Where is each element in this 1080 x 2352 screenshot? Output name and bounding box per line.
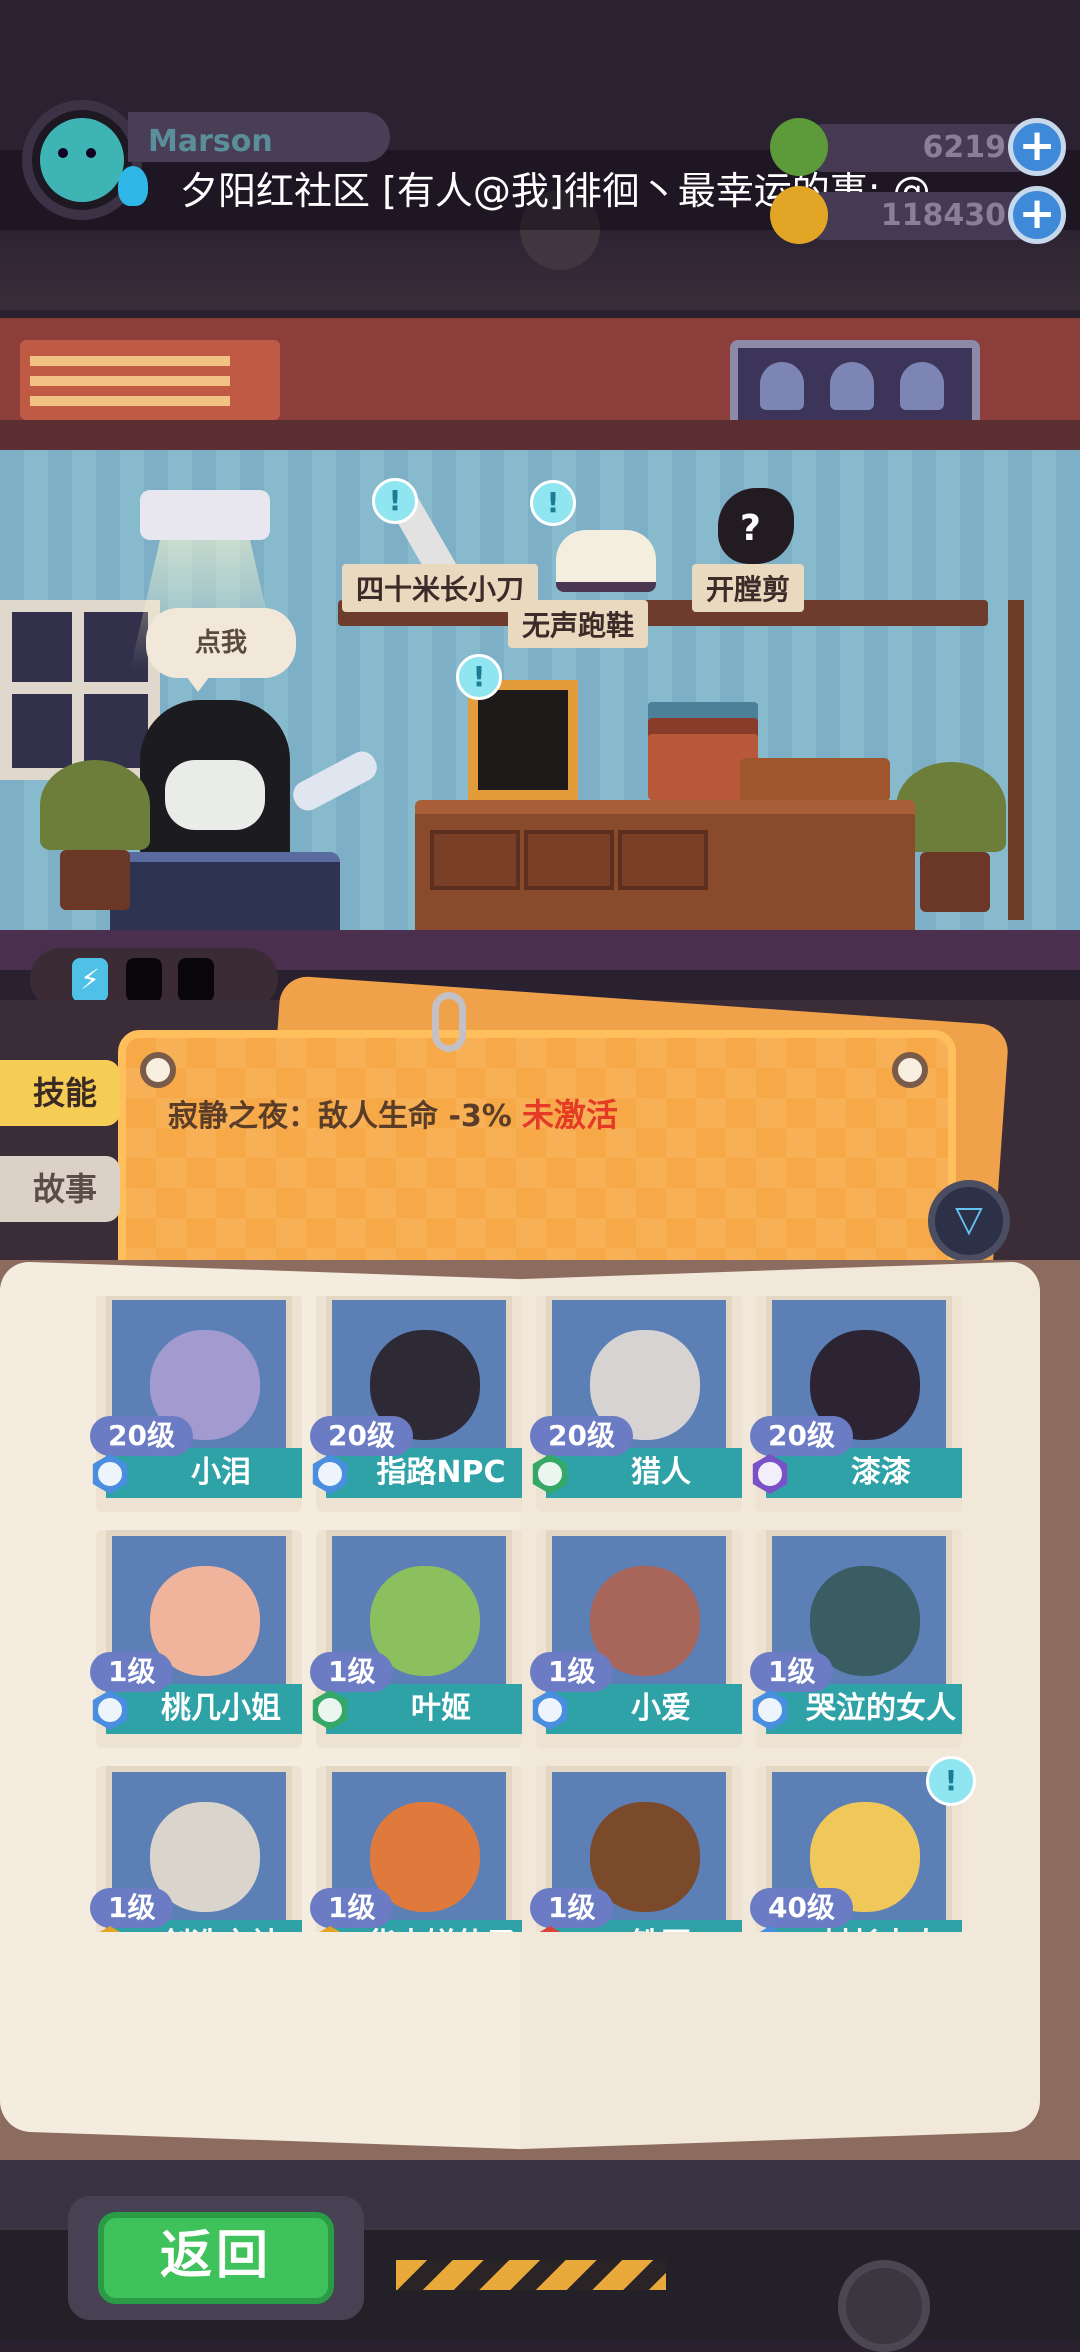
filter-button[interactable]: ▽ bbox=[928, 1180, 1010, 1262]
character-level: 20级 bbox=[90, 1416, 193, 1456]
character-level: 1级 bbox=[530, 1652, 614, 1692]
item-label-scissors[interactable]: 开膛剪 bbox=[692, 564, 805, 612]
ghost-display bbox=[730, 340, 980, 430]
ghost-icon bbox=[760, 362, 804, 410]
tab-skills[interactable]: 技能 bbox=[0, 1060, 120, 1126]
rivet bbox=[140, 1052, 176, 1088]
character-face bbox=[165, 760, 265, 830]
character-card[interactable]: 创造之神1级 bbox=[90, 1766, 302, 1932]
character-name: 漆漆 bbox=[851, 1455, 911, 1490]
character-name: 叶姬 bbox=[411, 1691, 471, 1726]
alert-icon[interactable]: ! bbox=[456, 654, 502, 700]
energy-cell-empty bbox=[126, 958, 162, 1002]
item-label-shoes[interactable]: 无声跑鞋 bbox=[508, 600, 649, 648]
vent-panel bbox=[20, 340, 280, 420]
character-name: 小爱 bbox=[631, 1691, 691, 1726]
character-level: 20级 bbox=[750, 1416, 853, 1456]
character-name: 小泪 bbox=[191, 1455, 251, 1490]
skill-effect: 寂静之夜：敌人生命 -3% bbox=[168, 1099, 512, 1134]
character-card[interactable]: 铁匠1级 bbox=[530, 1766, 742, 1932]
hazard-stripe bbox=[396, 2260, 666, 2290]
character-name: 哭泣的女人 bbox=[806, 1691, 956, 1726]
gold-coin-icon bbox=[770, 186, 828, 244]
paper-clip bbox=[432, 992, 466, 1052]
character-card[interactable]: 华丰饼仙子1级 bbox=[310, 1766, 522, 1932]
player-name: Marson bbox=[148, 124, 273, 159]
chair bbox=[110, 852, 340, 942]
drawer bbox=[618, 830, 708, 890]
character-level: 1级 bbox=[530, 1888, 614, 1928]
character-card[interactable]: 哭泣的女人 1级 bbox=[750, 1530, 962, 1748]
character-card[interactable]: 小爱 1级 bbox=[530, 1530, 742, 1748]
character-level: 1级 bbox=[90, 1652, 174, 1692]
character-level: 1级 bbox=[310, 1888, 394, 1928]
character-level: 20级 bbox=[530, 1416, 633, 1456]
cabinet-rim bbox=[0, 420, 1080, 450]
drawer bbox=[524, 830, 614, 890]
skill-description: 寂静之夜：敌人生命 -3% 未激活 bbox=[168, 1090, 618, 1136]
plant-pot bbox=[60, 850, 130, 910]
character-grid[interactable]: 小泪 20级 指路NPC 20级 猎人 20级 漆漆 20级 桃几小姐 1级 叶姬 1级 小爱 1级 哭泣的… bbox=[78, 1296, 998, 1932]
green-coin-icon bbox=[770, 118, 828, 176]
energy-cell-empty bbox=[178, 958, 214, 1002]
character-level: 1级 bbox=[90, 1888, 174, 1928]
filter-icon: ▽ bbox=[955, 1199, 983, 1240]
character-card[interactable]: 猎人 20级 bbox=[530, 1296, 742, 1512]
avatar[interactable] bbox=[40, 118, 124, 202]
gold-amount: 118430 bbox=[880, 198, 1006, 233]
speech-bubble[interactable]: 点我 bbox=[146, 608, 296, 692]
gem-amount: 6219 bbox=[922, 130, 1007, 165]
briefcase bbox=[740, 758, 890, 802]
energy-bolt-icon: ⚡ bbox=[72, 958, 108, 1002]
character-name: 指路NPC bbox=[376, 1455, 506, 1490]
character-card[interactable]: 漆漆 20级 bbox=[750, 1296, 962, 1512]
character-level: 40级 bbox=[750, 1888, 853, 1928]
character-level: 1级 bbox=[310, 1652, 394, 1692]
gear-icon bbox=[838, 2260, 930, 2352]
back-button[interactable]: 返回 bbox=[98, 2212, 334, 2304]
coat-stand bbox=[1008, 600, 1024, 920]
alert-icon[interactable]: ! bbox=[926, 1756, 976, 1806]
character-name: 猎人 bbox=[631, 1455, 691, 1490]
character-card[interactable]: 叶姬 1级 bbox=[310, 1530, 522, 1748]
character-level: 1级 bbox=[750, 1652, 834, 1692]
character-name: 桃几小姐 bbox=[161, 1691, 281, 1726]
drawer bbox=[430, 830, 520, 890]
shoe-item[interactable] bbox=[556, 530, 656, 592]
alert-icon[interactable]: ! bbox=[372, 478, 418, 524]
ghost-icon bbox=[900, 362, 944, 410]
add-gold-button[interactable]: + bbox=[1008, 186, 1066, 244]
skill-status: 未激活 bbox=[521, 1096, 618, 1134]
character-card[interactable]: 小泪 20级 bbox=[90, 1296, 302, 1512]
alert-icon[interactable]: ! bbox=[530, 480, 576, 526]
plant bbox=[40, 760, 150, 850]
rivet bbox=[892, 1052, 928, 1088]
unknown-icon: ? bbox=[740, 508, 761, 549]
window bbox=[0, 600, 160, 780]
add-gems-button[interactable]: + bbox=[1008, 118, 1066, 176]
character-card[interactable]: 桃几小姐 1级 bbox=[90, 1530, 302, 1748]
character-card[interactable]: 指路NPC 20级 bbox=[310, 1296, 522, 1512]
ghost-icon bbox=[830, 362, 874, 410]
qq-penguin-icon bbox=[118, 166, 148, 206]
tab-story[interactable]: 故事 bbox=[0, 1156, 120, 1222]
character-level: 20级 bbox=[310, 1416, 413, 1456]
book-footer-text bbox=[216, 1930, 976, 1970]
plant-pot bbox=[920, 852, 990, 912]
character-card[interactable]: 村长夫人40级! bbox=[750, 1756, 976, 1932]
ceiling-lamp bbox=[140, 490, 270, 540]
